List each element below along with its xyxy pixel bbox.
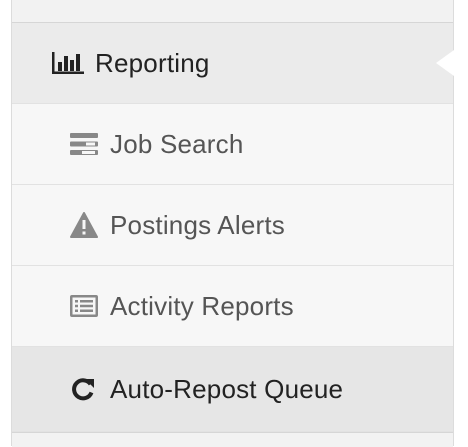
- list-report-icon: [70, 295, 98, 317]
- sidebar-item-label: Activity Reports: [110, 291, 294, 321]
- sidebar-item-label: Job Search: [110, 129, 244, 159]
- sidebar-nav: Reporting Job Search Postings Alerts Act…: [11, 0, 454, 447]
- search-list-icon: [70, 133, 98, 155]
- sidebar-previous-item[interactable]: [12, 0, 453, 23]
- sidebar-item-label: Auto-Repost Queue: [110, 374, 344, 404]
- sidebar-item-label: Reporting: [95, 48, 210, 78]
- sidebar-next-item[interactable]: [12, 432, 453, 447]
- warning-icon: [70, 212, 98, 238]
- sidebar-item-auto-repost-queue[interactable]: Auto-Repost Queue: [12, 347, 453, 432]
- sidebar-item-activity-reports[interactable]: Activity Reports: [12, 266, 453, 347]
- sidebar-item-job-search[interactable]: Job Search: [12, 104, 453, 185]
- bar-chart-icon: [52, 52, 84, 74]
- refresh-icon: [70, 376, 96, 402]
- active-section-arrow: [436, 50, 454, 76]
- sidebar-item-reporting[interactable]: Reporting: [12, 23, 454, 104]
- sidebar-item-postings-alerts[interactable]: Postings Alerts: [12, 185, 453, 266]
- sidebar-item-label: Postings Alerts: [110, 210, 285, 240]
